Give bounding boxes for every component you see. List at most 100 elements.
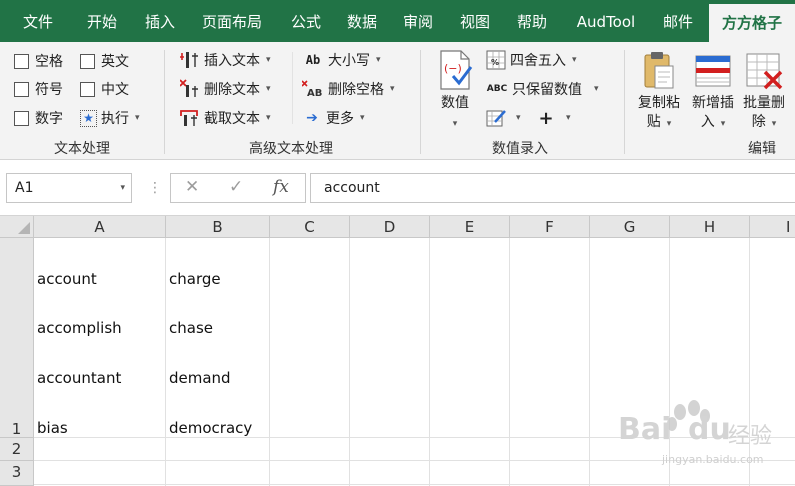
group-label-advanced-text: 高级文本处理 — [249, 141, 333, 157]
chevron-down-icon: ▾ — [376, 55, 381, 65]
tab-help[interactable]: 帮助 — [504, 0, 560, 42]
arrow-right-icon: ➔ — [306, 110, 318, 126]
checkbox-symbol-box[interactable] — [14, 81, 29, 97]
chevron-down-icon: ▾ — [266, 84, 271, 94]
add-insert-button[interactable]: 新增插 入 ▾ — [688, 50, 738, 134]
chevron-down-icon: ▾ — [771, 119, 777, 129]
row-header-1[interactable]: 1 — [0, 238, 34, 438]
name-box[interactable]: A1 ▾ — [6, 173, 132, 203]
tab-data[interactable]: 数据 — [334, 0, 390, 42]
tab-fangfang[interactable]: 方方格子 — [709, 4, 795, 42]
group-label-edit: 编辑 — [748, 141, 776, 157]
checkbox-chinese-box[interactable] — [80, 81, 95, 97]
checkbox-symbol[interactable]: 符号 — [14, 78, 63, 100]
batch-delete-button[interactable]: 批量删 除 ▾ — [740, 50, 788, 134]
chevron-down-icon: ▾ — [135, 113, 140, 123]
row-header-2[interactable]: 2 — [0, 438, 34, 461]
value-button[interactable]: (−) 数值 ▾ — [434, 50, 476, 134]
column-header-b[interactable]: B — [166, 216, 270, 238]
svg-text:%: % — [491, 58, 499, 67]
chevron-down-icon: ▾ — [452, 119, 458, 129]
tab-view[interactable]: 视图 — [446, 0, 504, 42]
delete-space-label: 删除空格 — [328, 82, 384, 98]
cell-b1-line-2[interactable]: chase — [169, 317, 213, 339]
row-header-3[interactable]: 3 — [0, 461, 34, 486]
cell-a1-line-4[interactable]: bias — [37, 417, 68, 439]
cell-b1-line-3[interactable]: demand — [169, 367, 231, 389]
delete-space-button[interactable]: AB 删除空格 ▾ — [302, 78, 395, 100]
keep-value-button[interactable]: ABC 只保留数值 ▾ — [486, 78, 599, 100]
delete-text-button[interactable]: 删除文本 ▾ — [180, 78, 271, 100]
execute-star-icon: ★ — [80, 109, 97, 127]
formula-bar-grip-icon[interactable]: ⋮ — [148, 178, 162, 198]
case-button[interactable]: Ab 大小写 ▾ — [302, 49, 381, 71]
tab-audtool[interactable]: AudTool — [566, 0, 646, 42]
checkbox-chinese[interactable]: 中文 — [80, 78, 129, 100]
gridline — [429, 238, 430, 486]
column-header-f[interactable]: F — [510, 216, 590, 238]
column-header-h[interactable]: H — [670, 216, 750, 238]
plus-button[interactable]: + ▾ — [536, 107, 571, 129]
chevron-down-icon[interactable]: ▾ — [120, 174, 125, 202]
tab-formulas[interactable]: 公式 — [278, 0, 334, 42]
cell-a1-line-2[interactable]: accomplish — [37, 317, 122, 339]
edit-table-button[interactable]: ▾ — [486, 107, 521, 129]
column-header-c[interactable]: C — [270, 216, 350, 238]
cell-b1-line-4[interactable]: democracy — [169, 417, 252, 439]
tab-mail[interactable]: 邮件 — [652, 0, 704, 42]
insert-text-label: 插入文本 — [204, 53, 260, 69]
select-all-corner[interactable] — [0, 216, 34, 238]
group-label-text-processing: 文本处理 — [54, 141, 110, 157]
more-button[interactable]: ➔ 更多 ▾ — [302, 107, 365, 129]
insert-function-icon[interactable]: fx — [273, 177, 289, 197]
delete-text-label: 删除文本 — [204, 82, 260, 98]
tab-insert[interactable]: 插入 — [132, 0, 188, 42]
checkbox-chinese-label: 中文 — [101, 82, 129, 98]
checkbox-number-box[interactable] — [14, 110, 29, 126]
gridline — [34, 484, 795, 485]
tab-page-layout[interactable]: 页面布局 — [192, 0, 272, 42]
tab-review[interactable]: 审阅 — [390, 0, 446, 42]
checkbox-space[interactable]: 空格 — [14, 50, 63, 72]
gridline — [589, 238, 590, 486]
round-button[interactable]: % 四舍五入 ▾ — [486, 49, 577, 71]
chevron-down-icon: ▾ — [720, 119, 726, 129]
confirm-icon[interactable]: ✓ — [229, 177, 243, 197]
checkbox-number[interactable]: 数字 — [14, 107, 63, 129]
checkbox-english[interactable]: 英文 — [80, 50, 129, 72]
column-header-d[interactable]: D — [350, 216, 430, 238]
svg-text:(−): (−) — [444, 62, 462, 75]
group-label-value-entry: 数值录入 — [492, 141, 548, 157]
column-header-i[interactable]: I — [750, 216, 795, 238]
select-all-triangle-icon — [18, 222, 30, 234]
add-insert-label-2: 入 — [700, 114, 715, 130]
cell-a1-line-3[interactable]: accountant — [37, 367, 121, 389]
tab-home[interactable]: 开始 — [74, 0, 130, 42]
gridline — [509, 238, 510, 486]
chevron-down-icon: ▾ — [666, 119, 672, 129]
tab-file[interactable]: 文件 — [10, 0, 66, 42]
extract-text-button[interactable]: 截取文本 ▾ — [180, 107, 271, 129]
column-header-a[interactable]: A — [34, 216, 166, 238]
gridline — [34, 437, 795, 438]
cancel-icon[interactable]: ✕ — [185, 177, 199, 197]
cell-b1-line-1[interactable]: charge — [169, 268, 221, 290]
name-box-value: A1 — [15, 180, 34, 196]
batch-delete-label-2: 除 — [751, 114, 766, 130]
cell-a1-line-1[interactable]: account — [37, 268, 97, 290]
inner-divider — [292, 52, 293, 124]
chevron-down-icon: ▾ — [572, 55, 577, 65]
copy-paste-label-2: 贴 — [646, 114, 661, 130]
copy-paste-button[interactable]: 复制粘 贴 ▾ — [632, 50, 686, 134]
insert-text-button[interactable]: 插入文本 ▾ — [180, 49, 271, 71]
formula-input[interactable]: account — [310, 173, 795, 203]
execute-button[interactable]: ★ 执行 ▾ — [80, 107, 140, 129]
column-header-e[interactable]: E — [430, 216, 510, 238]
column-header-g[interactable]: G — [590, 216, 670, 238]
chevron-down-icon: ▾ — [360, 113, 365, 123]
checkbox-english-box[interactable] — [80, 53, 95, 69]
chevron-down-icon: ▾ — [516, 113, 521, 123]
checkbox-space-box[interactable] — [14, 53, 29, 69]
gridline — [349, 238, 350, 486]
chevron-down-icon: ▾ — [566, 113, 571, 123]
